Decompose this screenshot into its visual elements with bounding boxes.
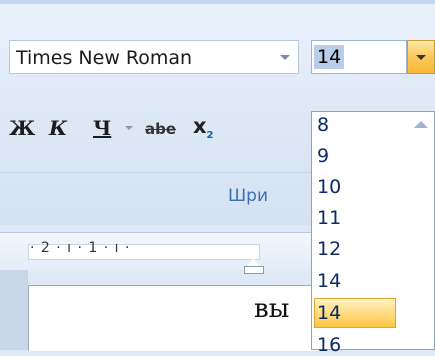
size-option[interactable]: 16	[317, 334, 341, 356]
font-name-value: Times New Roman	[16, 47, 193, 69]
font-size-list[interactable]: 8 9 10 11 12 14 14 16	[311, 111, 435, 356]
ribbon-top-border	[0, 0, 435, 4]
size-option[interactable]: 9	[317, 145, 329, 167]
size-option[interactable]: 10	[317, 176, 341, 198]
formatting-toolbar: Ж К Ч abe x2	[9, 102, 314, 150]
underline-options-icon[interactable]	[125, 126, 133, 130]
size-option[interactable]: 14	[317, 270, 341, 292]
size-option[interactable]: 8	[317, 114, 329, 136]
font-size-combobox[interactable]: 14	[311, 40, 407, 74]
italic-button[interactable]: К	[49, 116, 67, 140]
document-margin	[0, 270, 28, 350]
chevron-down-icon[interactable]	[280, 55, 290, 60]
indent-marker-base[interactable]	[244, 266, 264, 274]
underline-button[interactable]: Ч	[93, 116, 111, 140]
chevron-down-icon	[416, 55, 426, 60]
font-size-value: 14	[314, 45, 345, 69]
ruler-marks: · 2 · ı · 1 · ı ·	[30, 240, 131, 256]
document-text[interactable]: вы	[254, 294, 289, 324]
bold-button[interactable]: Ж	[9, 116, 35, 140]
subscript-button[interactable]: x2	[193, 114, 214, 141]
size-option[interactable]: 12	[317, 238, 341, 260]
size-option-selected[interactable]: 14	[317, 302, 341, 324]
font-group-label: Шри	[228, 186, 269, 206]
group-divider	[0, 172, 318, 173]
font-name-combobox[interactable]: Times New Roman	[9, 40, 299, 74]
subscript-mark: 2	[206, 130, 214, 142]
scroll-up-icon[interactable]	[414, 121, 428, 128]
strikethrough-button[interactable]: abe	[145, 120, 176, 138]
size-option[interactable]: 11	[317, 207, 341, 229]
font-size-dropdown-button[interactable]	[407, 40, 435, 74]
subscript-label: x	[193, 114, 207, 138]
